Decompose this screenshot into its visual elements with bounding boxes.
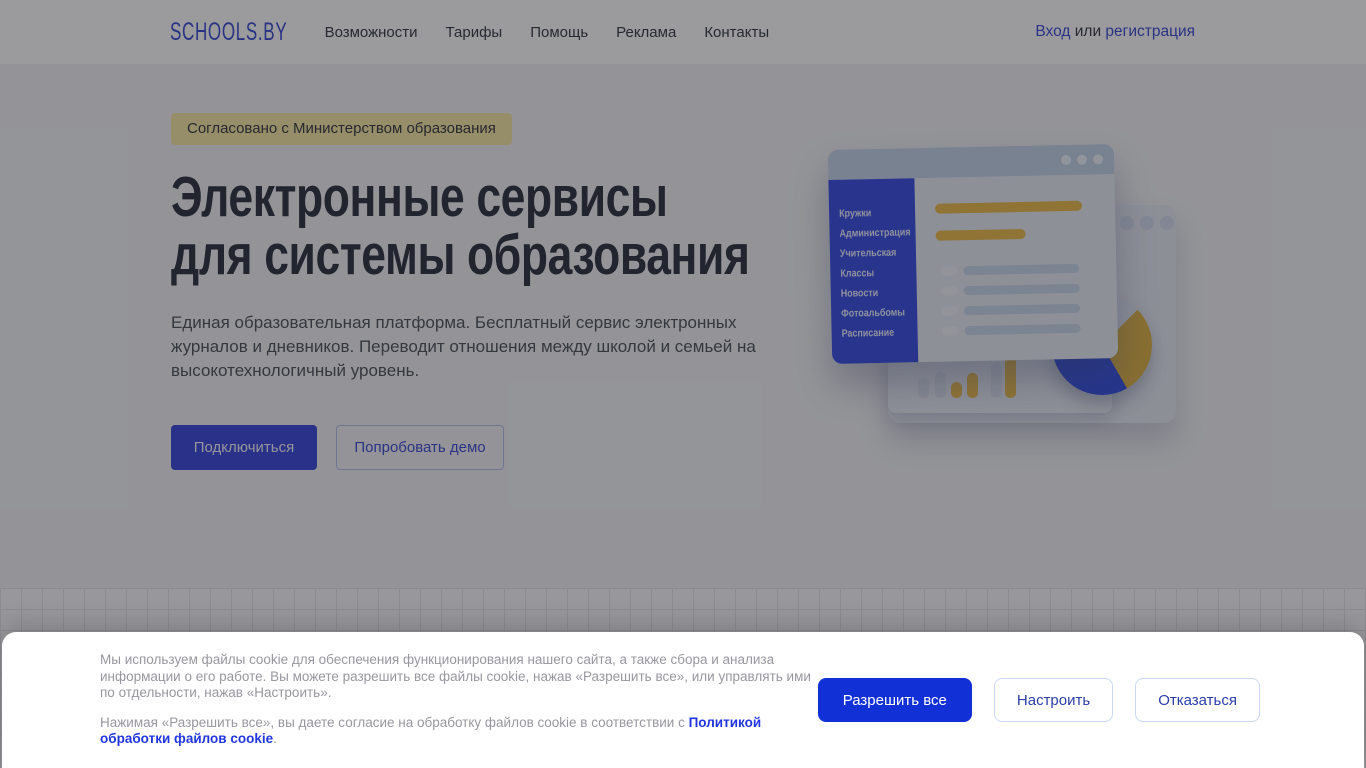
- configure-cookies-button[interactable]: Настроить: [993, 678, 1114, 722]
- schools-by-landing-page: SCHOOLS.BY Возможности Тарифы Помощь Рек…: [0, 0, 1366, 768]
- cookie-paragraph-1: Мы используем файлы cookie для обеспечен…: [100, 652, 811, 701]
- cookie-buttons: Разрешить все Настроить Отказаться: [817, 678, 1260, 722]
- cookie-consent-banner: Мы используем файлы cookie для обеспечен…: [2, 632, 1364, 768]
- cookie-paragraph-2: Нажимая «Разрешить все», вы даете соглас…: [100, 715, 818, 748]
- cookie-paragraph-2-period: .: [273, 731, 277, 747]
- cookie-consent-text: Мы используем файлы cookie для обеспечен…: [100, 652, 818, 748]
- allow-all-cookies-button[interactable]: Разрешить все: [817, 678, 972, 722]
- decline-cookies-button[interactable]: Отказаться: [1135, 678, 1260, 722]
- cookie-paragraph-2-text: Нажимая «Разрешить все», вы даете соглас…: [100, 714, 689, 730]
